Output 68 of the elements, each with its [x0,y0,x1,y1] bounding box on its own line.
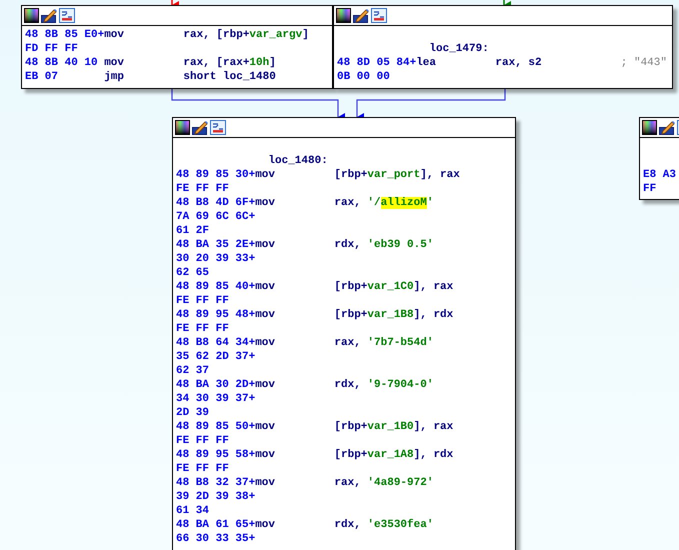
hex-bytes: 48 BA 61 65+ [176,518,256,532]
hex-bytes: FE FF FF [176,434,229,448]
instruction: mov rax, '/allizoM' [255,196,434,210]
instruction: mov [rbp+var_port], rax [255,168,460,182]
hex-bytes: 61 2F [176,224,210,238]
hex-bytes: FF [643,182,656,196]
code-block-node[interactable]: loc_1479: 48 8D 05 84+lea rax, s2 ; "443" 0B 00 00 [333,5,673,89]
hex-bytes: 48 8B 85 E0+ [25,28,104,42]
hex-bytes: EB 07 [25,70,60,84]
color-palette-icon[interactable] [175,120,190,135]
instruction: mov rax, [rax+10h] [104,56,276,70]
hex-bytes: 48 B8 64 34+ [176,336,256,350]
hex-bytes: E8 A3 [643,168,676,182]
code-label: loc_1479: [429,42,489,56]
instruction: mov rax, [rbp+var_argv] [104,28,309,42]
hex-bytes: 48 89 85 50+ [176,420,256,434]
hex-bytes: 48 BA 35 2E+ [176,238,256,252]
instruction: mov [rbp+var_1B8], rdx [255,308,454,322]
instruction: mov [rbp+var_1A8], rdx [255,448,454,462]
hex-bytes: 30 20 39 33+ [176,252,256,266]
color-palette-icon[interactable] [336,8,351,23]
instruction: mov rax, '4a89-972' [255,476,434,490]
instruction: mov [rbp+var_1C0], rax [255,280,454,294]
code-label: loc_1480: [268,154,328,168]
color-palette-icon[interactable] [642,120,657,135]
color-palette-icon[interactable] [24,8,39,23]
code-comment: ; "443" [620,56,668,70]
pencil-icon[interactable] [353,8,369,23]
hex-bytes: 48 89 85 30+ [176,168,256,182]
hex-bytes: 34 30 39 37+ [176,392,256,406]
instruction: mov rax, '7b7-b54d' [255,336,434,350]
hex-bytes: FE FF FF [176,322,229,336]
hex-bytes: 62 65 [176,266,210,280]
hex-bytes: 35 62 2D 37+ [176,350,256,364]
pencil-icon[interactable] [659,120,675,135]
code-block-node[interactable]: E8 A3 FF [639,117,679,200]
hex-bytes: FE FF FF [176,182,229,196]
hex-bytes: 61 34 [176,504,210,518]
hex-bytes: 48 B8 32 37+ [176,476,256,490]
pencil-icon[interactable] [192,120,208,135]
code-block-node[interactable]: 48 8B 85 E0+mov rax, [rbp+var_argv] FD FF FF 48 8B 40 10 mov rax, [rax+10h] EB 07 jmp short loc_1480 [21,5,333,89]
hex-bytes: FE FF FF [176,462,229,476]
hex-bytes: FE FF FF [176,294,229,308]
instruction: mov rdx, 'eb39 0.5' [255,238,434,252]
graph-overview-icon[interactable] [59,8,75,23]
hex-bytes: 48 89 95 58+ [176,448,256,462]
hex-bytes: 48 89 95 48+ [176,308,256,322]
hex-bytes: 7A 69 6C 6C+ [176,210,256,224]
hex-bytes: 48 8B 40 10 [25,56,99,70]
graph-overview-icon[interactable] [210,120,226,135]
code-block-node[interactable] [172,117,516,550]
hex-bytes: FD FF FF [25,42,78,56]
instruction: lea rax, s2 [416,56,542,70]
hex-bytes: 39 2D 39 38+ [176,490,256,504]
hex-bytes: 48 BA 30 2D+ [176,378,256,392]
instruction: mov rdx, '9-7904-0' [255,378,434,392]
hex-bytes: 48 B8 4D 6F+ [176,196,256,210]
instruction: mov rdx, 'e3530fea' [255,518,434,532]
instruction: jmp short loc_1480 [104,70,276,84]
hex-bytes: 2D 39 [176,406,210,420]
hex-bytes: 66 30 33 35+ [176,532,256,546]
hex-bytes: 0B 00 00 [337,70,390,84]
hex-bytes: 48 8D 05 84+ [337,56,416,70]
graph-overview-icon[interactable] [371,8,387,23]
instruction: mov [rbp+var_1B0], rax [255,420,454,434]
pencil-icon[interactable] [41,8,57,23]
hex-bytes: 48 89 85 40+ [176,280,256,294]
hex-bytes: 62 37 [176,364,210,378]
